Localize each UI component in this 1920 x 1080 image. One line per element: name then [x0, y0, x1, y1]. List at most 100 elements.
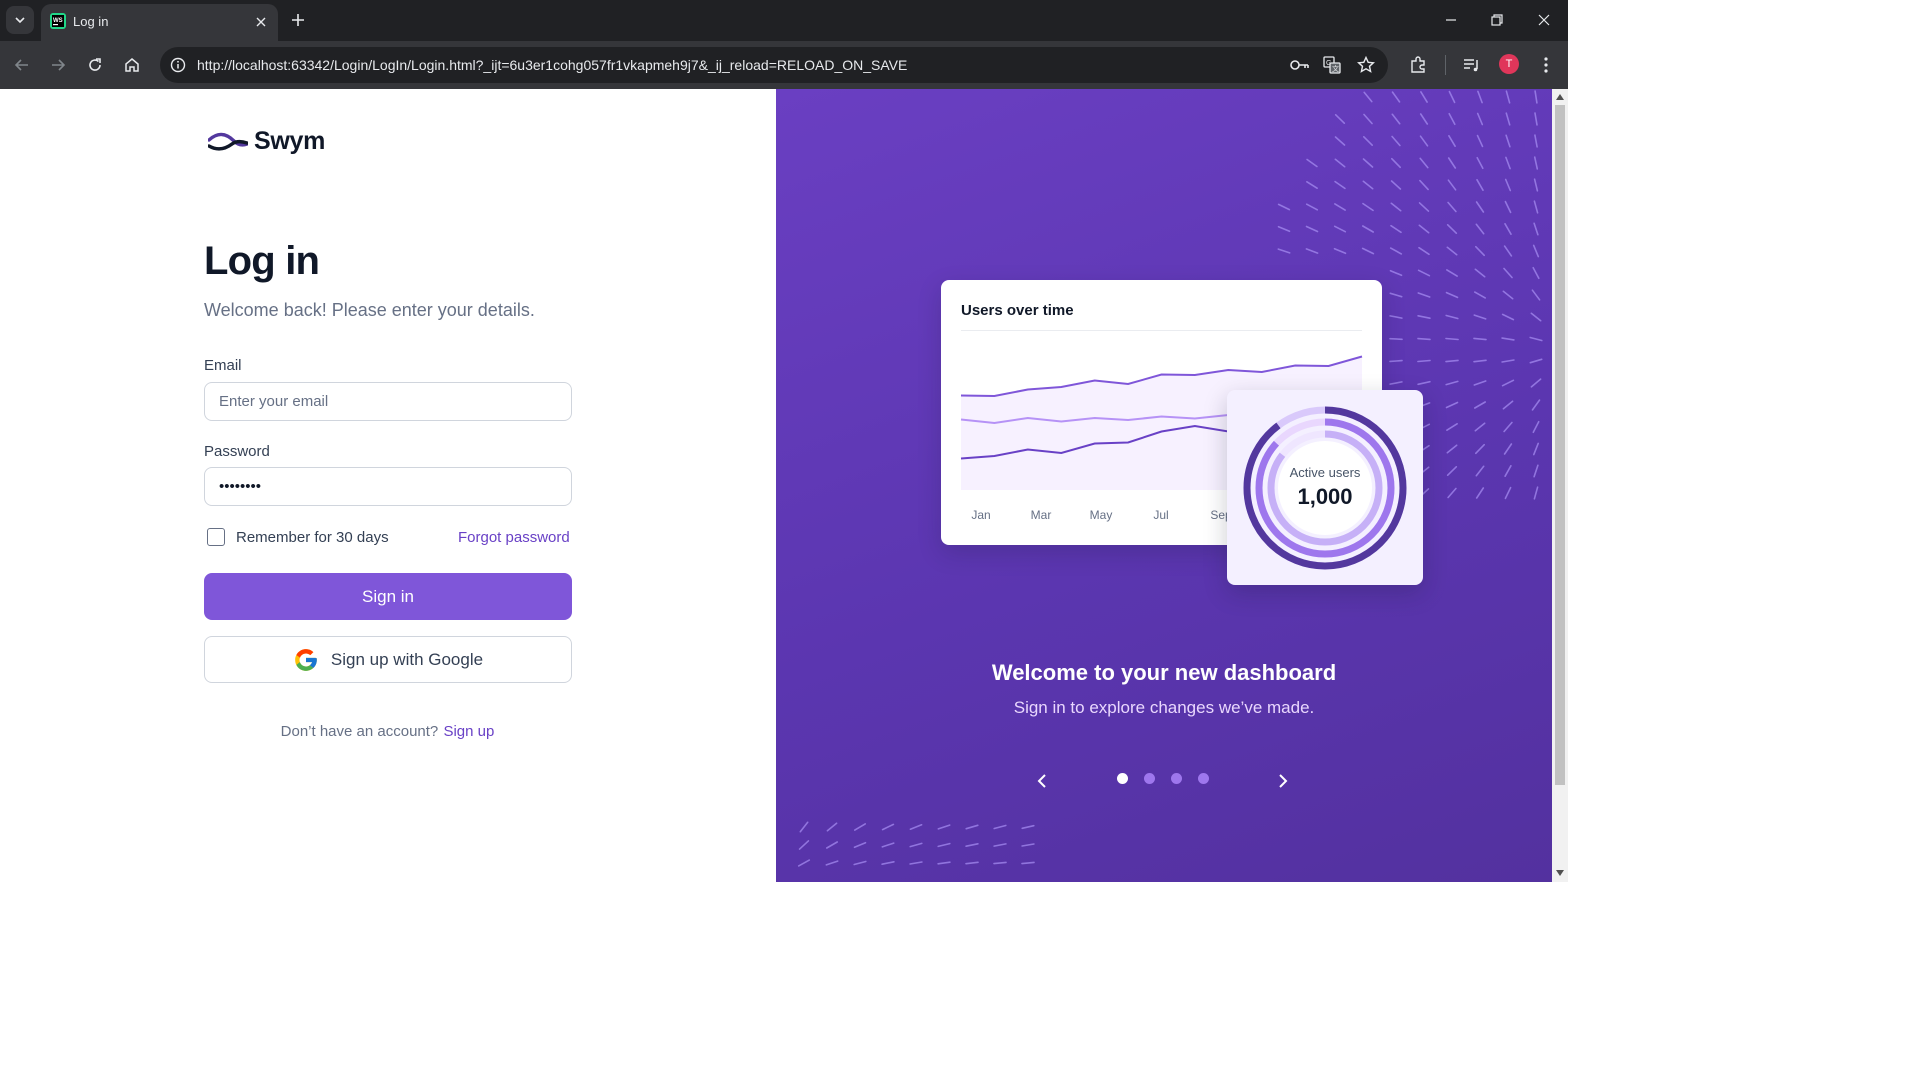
caret-down-icon — [1556, 870, 1564, 876]
remember-checkbox[interactable] — [207, 528, 225, 546]
pattern-dash — [1473, 314, 1487, 320]
scroll-thumb[interactable] — [1555, 105, 1565, 785]
pattern-dash — [1021, 843, 1035, 847]
pattern-dash — [1502, 290, 1514, 300]
pattern-dash — [1419, 135, 1429, 147]
brand-logo[interactable]: Swym — [208, 127, 325, 156]
pattern-dash — [1473, 359, 1487, 363]
pattern-dash — [1305, 248, 1319, 254]
pattern-dash — [1417, 359, 1431, 363]
carousel-next-button[interactable] — [1271, 769, 1295, 793]
minimize-button[interactable] — [1438, 7, 1464, 33]
pattern-dash — [1419, 179, 1429, 191]
url-text[interactable]: http://localhost:63342/Login/LogIn/Login… — [197, 57, 907, 73]
pattern-dash — [1361, 247, 1375, 255]
browser-menu-button[interactable] — [1534, 53, 1558, 77]
pattern-dash — [1305, 203, 1319, 211]
pattern-dash — [1505, 156, 1511, 170]
pattern-dash — [1532, 442, 1540, 456]
signup-prompt: Don’t have an account? Sign up — [0, 723, 776, 740]
carousel-dot[interactable] — [1144, 773, 1155, 784]
pattern-dash — [1418, 202, 1430, 212]
pattern-dash — [1503, 443, 1513, 455]
active-users-label: Active users — [1289, 465, 1361, 480]
page-title: Log in — [204, 239, 320, 283]
back-button[interactable] — [9, 52, 35, 78]
pattern-dash — [965, 824, 979, 830]
login-panel: Swym Log in Welcome back! Please enter y… — [0, 89, 776, 882]
pattern-dash — [1445, 337, 1459, 341]
key-icon — [1290, 60, 1309, 70]
pattern-dash — [1503, 267, 1513, 279]
email-input[interactable] — [204, 382, 572, 421]
pattern-dash — [1473, 337, 1487, 341]
pattern-dash — [1446, 224, 1458, 234]
password-key-button[interactable] — [1290, 55, 1310, 75]
pattern-dash — [1391, 113, 1401, 125]
pattern-dash — [1418, 224, 1430, 234]
profile-avatar[interactable]: T — [1499, 54, 1519, 74]
password-label: Password — [204, 443, 270, 460]
pattern-dash — [1533, 200, 1539, 214]
home-button[interactable] — [119, 52, 145, 78]
sign-up-link[interactable]: Sign up — [443, 723, 494, 740]
google-signup-button[interactable]: Sign up with Google — [204, 636, 572, 683]
translate-button[interactable]: G文 — [1322, 55, 1342, 75]
pattern-dash — [1476, 179, 1484, 191]
toolbar-divider — [1445, 55, 1446, 75]
scroll-up-button[interactable] — [1555, 92, 1565, 102]
caret-up-icon — [1556, 94, 1564, 100]
media-controls-button[interactable] — [1460, 53, 1484, 77]
browser-toolbar: http://localhost:63342/Login/LogIn/Login… — [0, 41, 1568, 89]
tab-search-button[interactable] — [6, 6, 34, 34]
carousel-dot[interactable] — [1117, 773, 1128, 784]
pattern-dash — [1475, 487, 1485, 499]
active-users-value: 1,000 — [1297, 484, 1353, 509]
pattern-dash — [1533, 464, 1539, 478]
pattern-dash — [854, 823, 866, 831]
pattern-dash — [1448, 112, 1456, 126]
pattern-dash — [1391, 135, 1401, 147]
remember-label[interactable]: Remember for 30 days — [236, 529, 389, 546]
forward-button[interactable] — [45, 52, 71, 78]
pattern-dash — [1390, 224, 1402, 234]
password-input[interactable] — [204, 467, 572, 506]
carousel-dot[interactable] — [1171, 773, 1182, 784]
pattern-dash — [881, 842, 895, 848]
x-tick-label: Jan — [971, 508, 990, 522]
scroll-down-button[interactable] — [1555, 868, 1565, 878]
address-bar[interactable]: http://localhost:63342/Login/LogIn/Login… — [160, 47, 1388, 83]
bookmark-button[interactable] — [1356, 55, 1376, 75]
pattern-dash — [1529, 336, 1543, 342]
carousel-prev-button[interactable] — [1030, 769, 1054, 793]
reload-button[interactable] — [82, 52, 108, 78]
sign-in-button[interactable]: Sign in — [204, 573, 572, 620]
pattern-dash — [797, 859, 811, 867]
chevron-left-icon — [1037, 774, 1046, 788]
pattern-dash — [1445, 314, 1459, 320]
pattern-dash — [1417, 269, 1431, 277]
pattern-dash — [1389, 315, 1403, 319]
new-tab-button[interactable] — [286, 8, 310, 32]
site-info-button[interactable] — [168, 55, 188, 75]
restore-button[interactable] — [1484, 7, 1510, 33]
close-window-button[interactable] — [1531, 7, 1557, 33]
pattern-dash — [798, 840, 810, 850]
forgot-password-link[interactable]: Forgot password — [458, 529, 570, 546]
pattern-dash — [1448, 134, 1456, 148]
pattern-dash — [1417, 292, 1431, 298]
extensions-button[interactable] — [1406, 53, 1430, 77]
pattern-dash — [993, 861, 1007, 865]
minimize-icon — [1446, 19, 1456, 21]
pattern-dash — [1473, 380, 1487, 386]
pattern-dash — [1533, 222, 1539, 236]
tab-close-button[interactable] — [251, 12, 271, 32]
page-scrollbar[interactable] — [1552, 89, 1568, 882]
pattern-dash — [1477, 90, 1483, 104]
pattern-dash — [1390, 157, 1402, 169]
remember-me[interactable]: Remember for 30 days — [207, 528, 389, 546]
browser-tab[interactable]: WS Log in — [41, 4, 278, 41]
pattern-dash — [1277, 225, 1291, 233]
pattern-dash — [1476, 134, 1484, 148]
carousel-dot[interactable] — [1198, 773, 1209, 784]
